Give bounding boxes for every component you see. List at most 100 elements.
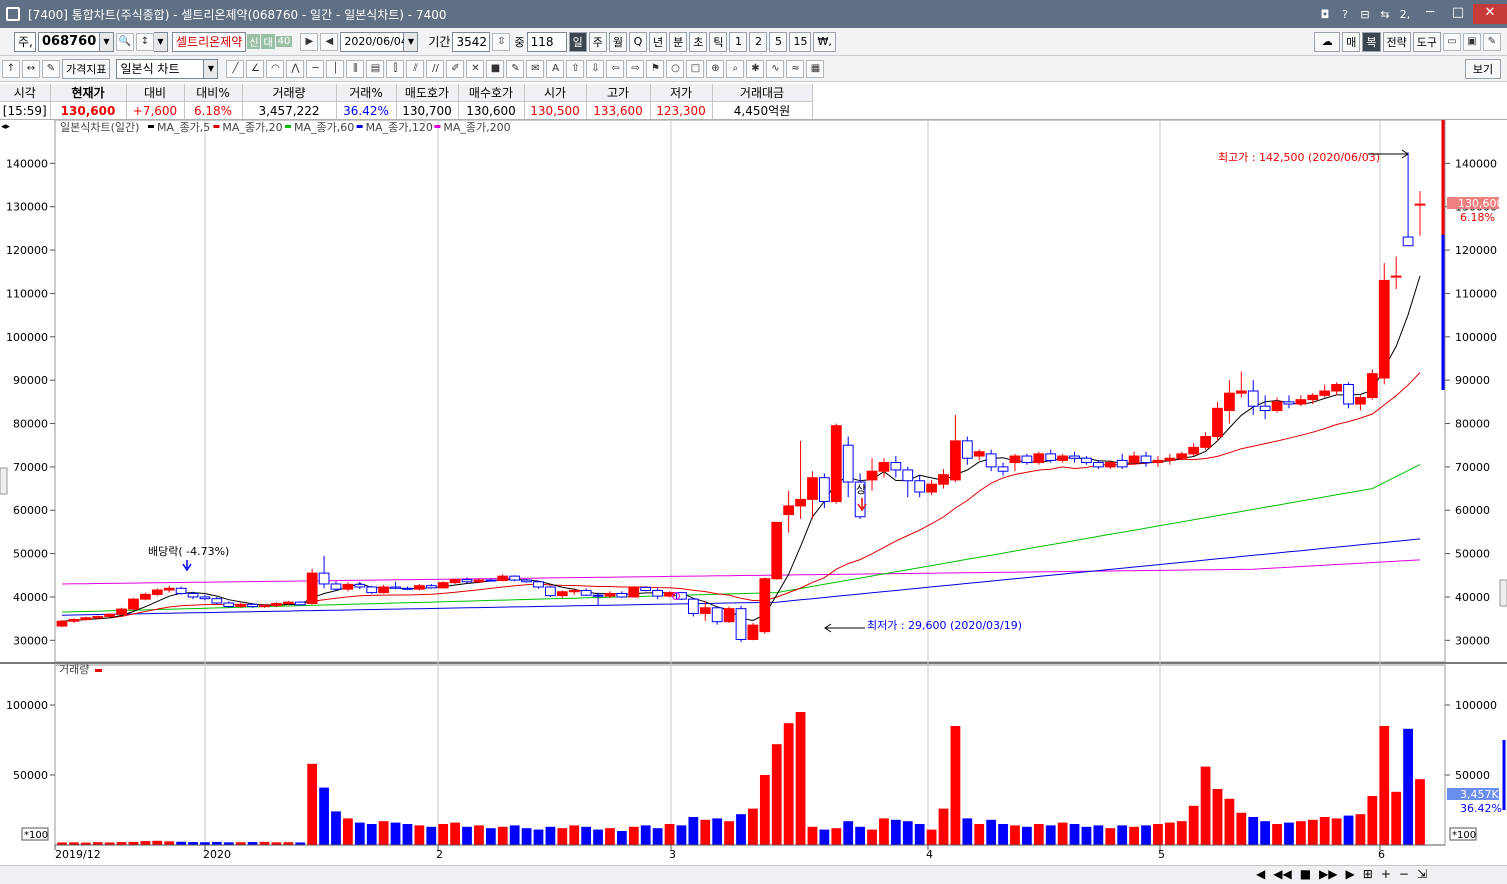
close-button[interactable]: ✕ bbox=[1473, 4, 1507, 24]
interval-month[interactable]: 월 bbox=[608, 31, 627, 52]
nav-minus-icon[interactable]: − bbox=[1399, 867, 1409, 881]
price-tick-label-left: 40000 bbox=[13, 591, 48, 604]
chart-type-dropdown[interactable]: ▼ bbox=[204, 58, 219, 79]
brush-tool-icon[interactable]: ✎ bbox=[506, 59, 525, 78]
nav-stop-icon[interactable]: ■ bbox=[1300, 867, 1311, 881]
interval-week[interactable]: 주 bbox=[588, 31, 607, 52]
candle-body bbox=[1176, 453, 1188, 459]
candle-body bbox=[437, 582, 449, 589]
arrow-down-tool-icon[interactable]: ⇩ bbox=[586, 59, 605, 78]
candle-body bbox=[342, 583, 354, 590]
settings-tool-icon[interactable]: ✱ bbox=[746, 59, 765, 78]
edit-icon[interactable]: ✎ bbox=[42, 59, 60, 78]
play-back-icon[interactable]: ◀ bbox=[320, 32, 339, 51]
title-btn-4[interactable]: ⇆ bbox=[1375, 8, 1395, 21]
view-button[interactable]: 보기 bbox=[1465, 58, 1501, 79]
wrench-icon[interactable]: ✎ bbox=[1483, 32, 1501, 51]
interval-tick[interactable]: 틱 bbox=[709, 31, 728, 52]
volume-bar bbox=[605, 828, 615, 845]
parallel-tool-icon[interactable]: // bbox=[426, 59, 445, 78]
chart-type-select[interactable]: 일본식 차트 bbox=[116, 58, 205, 79]
image-tool-icon[interactable]: ▦ bbox=[806, 59, 825, 78]
interval-day[interactable]: 일 bbox=[568, 31, 587, 52]
count-input[interactable]: 118 bbox=[526, 31, 567, 52]
arc-tool-icon[interactable]: ◠ bbox=[266, 59, 285, 78]
buy-sell-button[interactable]: 매 bbox=[1342, 31, 1361, 52]
save-icon[interactable]: ▣ bbox=[1463, 32, 1481, 51]
period-tool-icon[interactable]: ⫿ bbox=[386, 59, 405, 78]
magnify-tool-icon[interactable]: ⌕ bbox=[726, 59, 745, 78]
cloud-icon[interactable]: ☁ bbox=[1314, 31, 1341, 52]
fan-tool-icon[interactable]: ⋀ bbox=[286, 59, 305, 78]
chart-area[interactable]: 30000 30000 40000 40000 50000 50000 60000 60000… bbox=[0, 119, 1507, 865]
title-btn-1[interactable]: ◘ bbox=[1315, 8, 1335, 21]
color-tool-icon[interactable]: ■ bbox=[486, 59, 505, 78]
date-dropdown[interactable]: ▼ bbox=[404, 31, 419, 52]
nav-plus-icon[interactable]: + bbox=[1381, 867, 1391, 881]
nav-first-icon[interactable]: ◀ bbox=[1256, 867, 1265, 881]
cross-tool-icon[interactable]: ✕ bbox=[466, 59, 485, 78]
search-icon[interactable]: 🔍 bbox=[116, 32, 134, 51]
interval-quarter[interactable]: Q bbox=[628, 31, 647, 52]
play-forward-icon[interactable]: ▶ bbox=[300, 32, 319, 51]
volume-bar bbox=[1272, 824, 1282, 845]
zoom-tool-icon[interactable]: ⊕ bbox=[706, 59, 725, 78]
sort-icon[interactable]: ↕ bbox=[136, 32, 154, 51]
stepper-icon[interactable]: ⇳ bbox=[492, 32, 511, 51]
wave2-tool-icon[interactable]: ≈ bbox=[786, 59, 805, 78]
strategy-button[interactable]: 전략 bbox=[1382, 31, 1411, 52]
folder-icon[interactable]: ▭ bbox=[1443, 32, 1461, 51]
interval-5[interactable]: 5 bbox=[769, 31, 788, 52]
flag-tool-icon[interactable]: ⚑ bbox=[646, 59, 665, 78]
cycle-tool-icon[interactable]: ⫼ bbox=[346, 59, 365, 78]
channel-tool-icon[interactable]: ⫽ bbox=[406, 59, 425, 78]
candle-body bbox=[1128, 455, 1140, 464]
interval-2[interactable]: 2 bbox=[749, 31, 768, 52]
help-button[interactable]: ? bbox=[1335, 8, 1355, 21]
maximize-button[interactable]: □ bbox=[1445, 4, 1471, 24]
up-arrow-icon[interactable]: ↑ bbox=[2, 59, 20, 78]
arrow-left-tool-icon[interactable]: ⇦ bbox=[606, 59, 625, 78]
interval-1[interactable]: 1 bbox=[729, 31, 748, 52]
title-btn-3[interactable]: ⊟ bbox=[1355, 8, 1375, 21]
hline-tool-icon[interactable]: ─ bbox=[306, 59, 325, 78]
stock-code-input[interactable]: 068760 bbox=[38, 31, 100, 52]
interval-year[interactable]: 년 bbox=[648, 31, 668, 52]
duplicate-button[interactable]: 복 bbox=[1362, 31, 1381, 52]
title-btn-5[interactable]: 2, bbox=[1395, 8, 1415, 21]
nav-zoom-icon[interactable]: ⊞ bbox=[1363, 867, 1373, 881]
currency-button[interactable]: ₩, bbox=[813, 31, 836, 52]
stock-code-dropdown[interactable]: ▼ bbox=[100, 31, 114, 52]
nav-last-icon[interactable]: ▶ bbox=[1346, 867, 1355, 881]
left-right-icon[interactable]: ↔ bbox=[22, 59, 40, 78]
wave-tool-icon[interactable]: ∿ bbox=[766, 59, 785, 78]
indicator-button[interactable]: 가격지표 bbox=[62, 58, 111, 79]
interval-15[interactable]: 15 bbox=[789, 31, 812, 52]
nav-prev-icon[interactable]: ◀◀ bbox=[1273, 867, 1291, 881]
interval-second[interactable]: 초 bbox=[689, 31, 708, 52]
rect-tool-icon[interactable]: □ bbox=[686, 59, 705, 78]
note-tool-icon[interactable]: ✉ bbox=[526, 59, 545, 78]
text-tool-icon[interactable]: A bbox=[546, 59, 565, 78]
interval-minute[interactable]: 분 bbox=[669, 31, 688, 52]
tools-button[interactable]: 도구 bbox=[1412, 31, 1441, 52]
minimize-button[interactable]: ─ bbox=[1417, 4, 1443, 24]
chart-svg[interactable]: 30000 30000 40000 40000 50000 50000 60000 60000… bbox=[0, 119, 1507, 865]
vline-tool-icon[interactable]: │ bbox=[326, 59, 345, 78]
pen-tool-icon[interactable]: ✐ bbox=[446, 59, 465, 78]
date-input[interactable]: 2020/06/04 bbox=[340, 31, 408, 52]
arrow-up-tool-icon[interactable]: ⇧ bbox=[566, 59, 585, 78]
candle-body bbox=[973, 451, 985, 457]
angle-tool-icon[interactable]: ∠ bbox=[246, 59, 265, 78]
line-tool-icon[interactable]: ╱ bbox=[226, 59, 245, 78]
nav-next-icon[interactable]: ▶▶ bbox=[1319, 867, 1337, 881]
circle-tool-icon[interactable]: ○ bbox=[666, 59, 685, 78]
market-type-select[interactable]: 주, bbox=[14, 31, 36, 52]
arrow-right-tool-icon[interactable]: ⇨ bbox=[626, 59, 645, 78]
grid-tool-icon[interactable]: ▤ bbox=[366, 59, 385, 78]
val-bid: 130,600 bbox=[458, 101, 525, 119]
volume-bar bbox=[390, 822, 401, 845]
sort-dropdown[interactable]: ▼ bbox=[154, 31, 168, 52]
nav-ratio-icon[interactable]: ⇲ bbox=[1417, 867, 1427, 881]
period-input[interactable]: 3542 bbox=[452, 31, 491, 52]
